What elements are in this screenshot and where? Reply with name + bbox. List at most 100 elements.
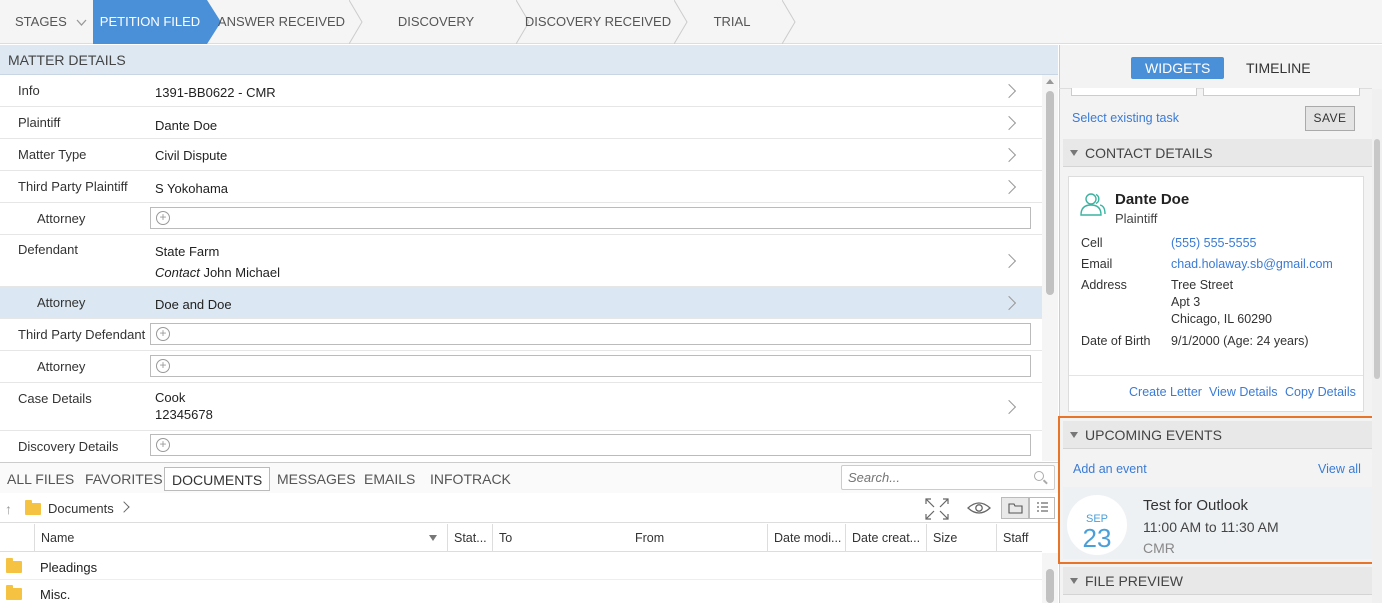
contact-details-header[interactable]: CONTACT DETAILS — [1063, 139, 1372, 167]
scroll-thumb[interactable] — [1374, 139, 1380, 379]
stage-petition-filed[interactable]: PETITION FILED — [93, 0, 221, 44]
folder-view-icon[interactable] — [1001, 497, 1029, 519]
chevron-right-icon[interactable] — [1001, 399, 1017, 415]
folder-icon — [6, 558, 22, 573]
list-view-icon[interactable] — [1029, 497, 1055, 519]
address-line-3: Chicago, IL 60290 — [1171, 312, 1273, 326]
add-attorney-field[interactable]: + — [150, 355, 1031, 377]
stage-discovery-received[interactable]: DISCOVERY RECEIVED — [522, 0, 688, 44]
task-field[interactable] — [1071, 88, 1197, 96]
column-to[interactable]: To — [492, 524, 629, 552]
contact-actions: Create Letter View Details Copy Details — [1069, 375, 1363, 412]
breadcrumb-documents[interactable]: Documents — [48, 501, 114, 516]
matter-row-plaintiff[interactable]: Plaintiff Dante Doe — [0, 107, 1042, 139]
stage-bar: STAGES PETITION FILED ANSWER RECEIVED DI… — [0, 0, 1382, 73]
folder-icon — [25, 500, 41, 515]
right-panel-scrollbar[interactable] — [1372, 89, 1382, 603]
column-from[interactable]: From — [629, 524, 767, 552]
column-name[interactable]: Name — [34, 524, 447, 552]
column-status[interactable]: Stat... — [447, 524, 492, 552]
stage-discovery-requested[interactable]: DISCOVERY REQUESTED — [356, 0, 530, 73]
expand-icon[interactable] — [923, 497, 951, 520]
matter-row-case-details[interactable]: Case Details Cook 12345678 — [0, 383, 1042, 431]
row-label: Info — [18, 83, 40, 98]
address-line-1: Tree Street — [1171, 278, 1234, 292]
row-label: Discovery Details — [18, 439, 119, 454]
document-search — [841, 465, 1055, 490]
upcoming-events-highlight — [1058, 416, 1381, 564]
tab-infotrack[interactable]: INFOTRACK — [423, 467, 518, 491]
tab-widgets[interactable]: WIDGETS — [1131, 57, 1225, 79]
search-icon[interactable] — [1034, 471, 1044, 481]
plus-circle-icon: + — [156, 327, 170, 341]
contact-card: Dante Doe Plaintiff Cell (555) 555-5555 … — [1068, 176, 1364, 412]
table-row[interactable]: Misc. — [0, 580, 1042, 603]
cell-label: Cell — [1081, 236, 1103, 250]
matter-row-matter-type[interactable]: Matter Type Civil Dispute — [0, 139, 1042, 171]
tab-favorites[interactable]: FAVORITES — [78, 467, 170, 491]
stage-trial[interactable]: TRIAL — [682, 0, 796, 44]
scroll-thumb[interactable] — [1046, 569, 1054, 603]
table-row[interactable]: Pleadings — [0, 553, 1042, 580]
create-letter-link[interactable]: Create Letter — [1129, 385, 1202, 399]
copy-details-link[interactable]: Copy Details — [1285, 385, 1356, 399]
stage-answer-received[interactable]: ANSWER RECEIVED — [214, 0, 363, 44]
file-preview-header[interactable]: FILE PREVIEW — [1063, 567, 1372, 595]
folder-icon — [6, 585, 22, 600]
column-date-created[interactable]: Date creat... — [845, 524, 926, 552]
stage-arrow — [782, 0, 796, 44]
defendant-contact: Contact John Michael — [155, 264, 280, 282]
chevron-right-icon[interactable] — [1001, 253, 1017, 269]
up-arrow-icon[interactable]: ↑ — [5, 501, 12, 517]
select-existing-task-link[interactable]: Select existing task — [1072, 111, 1179, 125]
view-details-link[interactable]: View Details — [1209, 385, 1278, 399]
row-value: State Farm Contact John Michael — [155, 243, 280, 282]
matter-row-third-party-plaintiff[interactable]: Third Party Plaintiff S Yokohama — [0, 171, 1042, 203]
folder-breadcrumb: ↑ Documents — [0, 493, 1058, 523]
email-link[interactable]: chad.holaway.sb@gmail.com — [1171, 256, 1333, 273]
scroll-thumb[interactable] — [1046, 91, 1054, 295]
matter-row-defendant-attorney[interactable]: Attorney Doe and Doe — [0, 287, 1042, 319]
contact-value: John Michael — [203, 265, 281, 280]
chevron-right-icon[interactable] — [1001, 179, 1017, 195]
row-label: Attorney — [37, 359, 86, 374]
chevron-right-icon[interactable] — [1001, 115, 1017, 131]
matter-scrollbar[interactable] — [1042, 75, 1058, 461]
stages-dropdown[interactable]: STAGES — [0, 0, 92, 44]
tab-emails[interactable]: EMAILS — [357, 467, 422, 491]
add-attorney-field[interactable]: + — [150, 207, 1031, 229]
tab-documents[interactable]: DOCUMENTS — [164, 467, 271, 491]
section-title: FILE PREVIEW — [1085, 573, 1184, 589]
matter-row-defendant[interactable]: Defendant State Farm Contact John Michae… — [0, 235, 1042, 287]
add-third-party-defendant-field[interactable]: + — [150, 323, 1031, 345]
tab-messages[interactable]: MESSAGES — [270, 467, 363, 491]
chevron-right-icon[interactable] — [1001, 295, 1017, 311]
eye-icon[interactable] — [966, 497, 992, 519]
search-input[interactable] — [848, 466, 1028, 489]
contacts-icon — [1079, 191, 1107, 220]
row-label: Matter Type — [18, 147, 87, 162]
column-staff[interactable]: Staff — [996, 524, 1042, 552]
matter-row-info[interactable]: Info 1391-BB0622 - CMR — [0, 75, 1042, 107]
documents-scrollbar[interactable] — [1042, 553, 1058, 603]
scroll-up-arrow-icon[interactable] — [1046, 79, 1054, 84]
row-value: S Yokohama — [155, 181, 229, 196]
tab-timeline[interactable]: TIMELINE — [1232, 57, 1325, 79]
row-value: 1391-BB0622 - CMR — [155, 85, 276, 100]
stage-label: DISCOVERY RECEIVED — [524, 14, 672, 29]
tab-all-files[interactable]: ALL FILES — [0, 467, 81, 491]
task-field[interactable] — [1203, 88, 1360, 96]
add-discovery-details-field[interactable]: + — [150, 434, 1031, 456]
chevron-right-icon[interactable] — [1001, 147, 1017, 163]
cell-phone-link[interactable]: (555) 555-5555 — [1171, 235, 1256, 252]
column-date-modified[interactable]: Date modi... — [767, 524, 845, 552]
dob-value: 9/1/2000 (Age: 24 years) — [1171, 334, 1309, 348]
row-label: Third Party Plaintiff — [18, 179, 128, 194]
save-button[interactable]: SAVE — [1305, 106, 1355, 131]
chevron-right-icon[interactable] — [118, 501, 130, 513]
chevron-right-icon[interactable] — [1001, 83, 1017, 99]
row-name: Pleadings — [40, 560, 98, 575]
collapse-triangle-icon — [1070, 578, 1078, 584]
column-size[interactable]: Size — [926, 524, 996, 552]
contact-name: Dante Doe — [1115, 191, 1190, 208]
